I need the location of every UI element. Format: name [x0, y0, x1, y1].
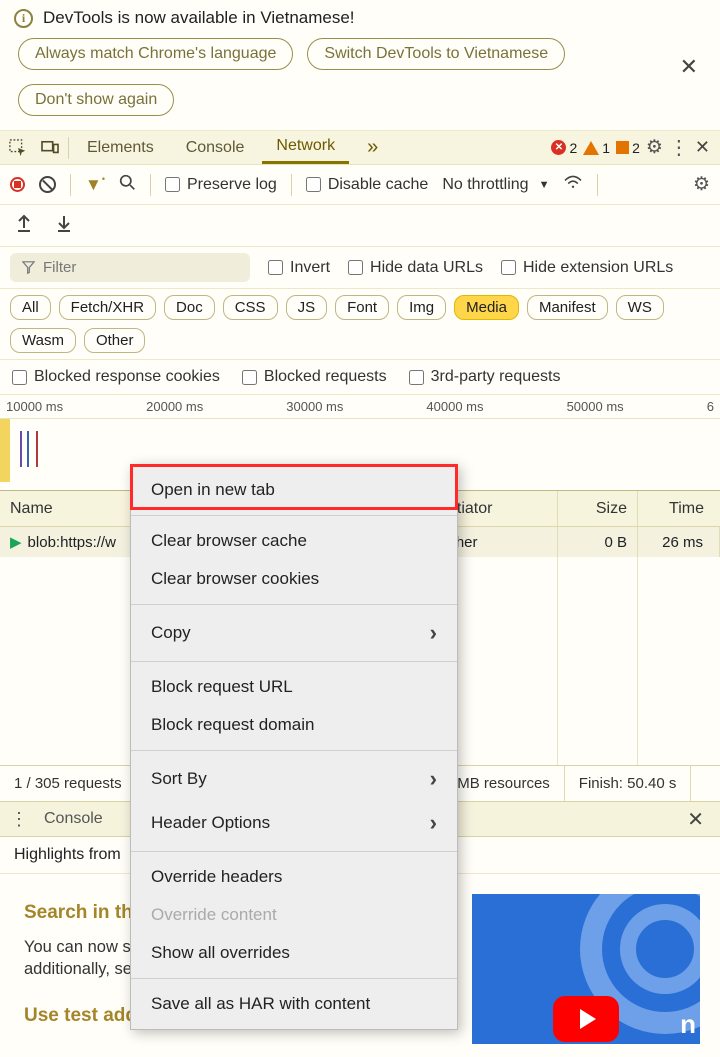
- drawer-kebab-icon[interactable]: ⋮: [10, 809, 28, 830]
- tabs-more-icon[interactable]: »: [353, 131, 392, 164]
- ctx-block-request-domain[interactable]: Block request domain: [131, 706, 457, 744]
- import-export-bar: [0, 205, 720, 247]
- youtube-play-icon: [553, 996, 619, 1042]
- filter-chip-js[interactable]: JS: [286, 295, 328, 320]
- disable-cache-checkbox[interactable]: Disable cache: [306, 176, 429, 194]
- clear-button[interactable]: [39, 176, 56, 193]
- network-conditions-icon[interactable]: [563, 174, 583, 195]
- filter-toggle-icon[interactable]: ▼•: [85, 175, 105, 195]
- issues-badge[interactable]: 2: [616, 140, 640, 156]
- language-infobar: i DevTools is now available in Vietnames…: [0, 0, 720, 131]
- drawer-close-icon[interactable]: ✕: [687, 807, 704, 832]
- tab-elements[interactable]: Elements: [73, 131, 168, 164]
- close-devtools-icon[interactable]: ✕: [695, 137, 710, 158]
- filter-row: Filter Invert Hide data URLs Hide extens…: [0, 247, 720, 289]
- upload-har-icon[interactable]: [16, 214, 32, 237]
- status-requests: 1 / 305 requests: [0, 766, 137, 801]
- filter-chip-all[interactable]: All: [10, 295, 51, 320]
- type-filter-chips: All Fetch/XHR Doc CSS JS Font Img Media Manifest…: [0, 289, 720, 360]
- search-icon[interactable]: [119, 174, 136, 196]
- download-har-icon[interactable]: [56, 214, 72, 237]
- filter-chip-img[interactable]: Img: [397, 295, 446, 320]
- separator: [68, 137, 69, 159]
- filter-chip-media[interactable]: Media: [454, 295, 519, 320]
- context-menu: Open in new tab Clear browser cacheClear …: [130, 464, 458, 1030]
- device-icon[interactable]: [36, 140, 64, 156]
- filter-chip-other[interactable]: Other: [84, 328, 146, 353]
- switch-language-button[interactable]: Switch DevTools to Vietnamese: [307, 38, 565, 70]
- throttling-select[interactable]: No throttling▼: [442, 176, 549, 194]
- match-language-button[interactable]: Always match Chrome's language: [18, 38, 293, 70]
- drawer-tab-console[interactable]: Console: [44, 810, 103, 828]
- infobar-close-icon[interactable]: ✕: [680, 54, 698, 80]
- ctx-block-request-url[interactable]: Block request URL: [131, 668, 457, 706]
- filter-chip-fetchxhr[interactable]: Fetch/XHR: [59, 295, 156, 320]
- filter-chip-manifest[interactable]: Manifest: [527, 295, 608, 320]
- video-thumbnail[interactable]: n: [472, 894, 700, 1044]
- ctx-show-all-overrides[interactable]: Show all overrides: [131, 934, 457, 972]
- filter-chip-ws[interactable]: WS: [616, 295, 664, 320]
- errors-badge[interactable]: ✕2: [551, 140, 577, 156]
- ctx-override-headers[interactable]: Override headers: [131, 858, 457, 896]
- network-toolbar: ▼• Preserve log Disable cache No throttl…: [0, 165, 720, 205]
- preserve-log-checkbox[interactable]: Preserve log: [165, 176, 277, 194]
- ctx-override-content: Override content: [131, 896, 457, 934]
- media-icon: ▶: [10, 533, 22, 551]
- filter-input[interactable]: Filter: [10, 253, 250, 282]
- ctx-clear-browser-cookies[interactable]: Clear browser cookies: [131, 560, 457, 598]
- third-party-checkbox[interactable]: 3rd-party requests: [409, 368, 561, 386]
- filter-chip-font[interactable]: Font: [335, 295, 389, 320]
- infobar-message: DevTools is now available in Vietnamese!: [43, 8, 355, 28]
- blocked-requests-checkbox[interactable]: Blocked requests: [242, 368, 387, 386]
- tab-network[interactable]: Network: [262, 131, 349, 164]
- ctx-save-all-as-har-with-content[interactable]: Save all as HAR with content: [131, 985, 457, 1023]
- status-finish: Finish: 50.40 s: [565, 766, 692, 801]
- blocked-response-cookies-checkbox[interactable]: Blocked response cookies: [12, 368, 220, 386]
- filter-chip-wasm[interactable]: Wasm: [10, 328, 76, 353]
- info-icon: i: [14, 9, 33, 28]
- col-time[interactable]: Time: [638, 491, 720, 526]
- filter-chip-doc[interactable]: Doc: [164, 295, 215, 320]
- network-settings-icon[interactable]: ⚙: [693, 173, 710, 196]
- ctx-clear-browser-cache[interactable]: Clear browser cache: [131, 522, 457, 560]
- settings-gear-icon[interactable]: ⚙: [646, 136, 663, 159]
- filter-chip-css[interactable]: CSS: [223, 295, 278, 320]
- ctx-header-options[interactable]: Header Options›: [131, 801, 457, 845]
- ctx-sort-by[interactable]: Sort By›: [131, 757, 457, 801]
- col-size[interactable]: Size: [558, 491, 638, 526]
- hide-extension-urls-checkbox[interactable]: Hide extension URLs: [501, 259, 673, 277]
- devtools-tabstrip: Elements Console Network » ✕2 1 2 ⚙ ⋮ ✕: [0, 131, 720, 165]
- inspect-icon[interactable]: [4, 139, 32, 157]
- ctx-copy[interactable]: Copy›: [131, 611, 457, 655]
- kebab-icon[interactable]: ⋮: [669, 135, 689, 160]
- record-button[interactable]: [10, 177, 25, 192]
- dont-show-button[interactable]: Don't show again: [18, 84, 174, 116]
- tab-console[interactable]: Console: [172, 131, 259, 164]
- extra-filters-row: Blocked response cookies Blocked request…: [0, 360, 720, 395]
- hide-data-urls-checkbox[interactable]: Hide data URLs: [348, 259, 483, 277]
- warnings-badge[interactable]: 1: [583, 140, 610, 156]
- ctx-open-in-new-tab[interactable]: Open in new tab: [131, 471, 457, 509]
- invert-checkbox[interactable]: Invert: [268, 259, 330, 277]
